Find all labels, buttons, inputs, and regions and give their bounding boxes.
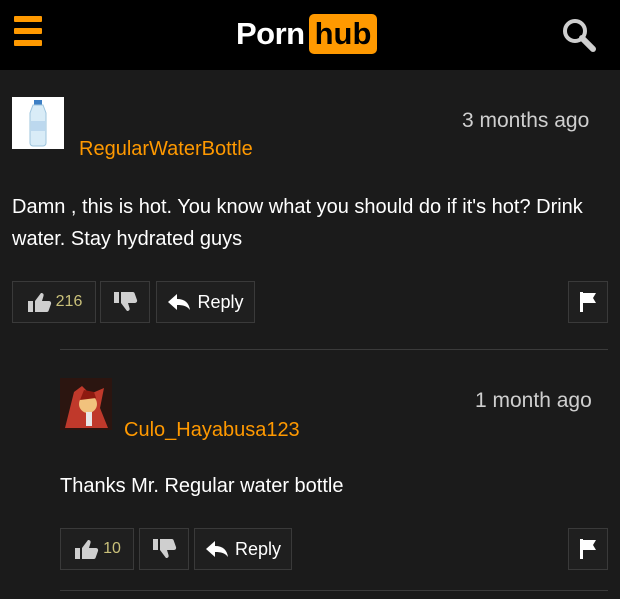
logo-text-left: Porn (236, 16, 305, 51)
thumbs-up-button[interactable]: 216 (12, 281, 96, 323)
thumbs-down-button[interactable] (139, 528, 189, 570)
reply-label: Reply (234, 538, 282, 559)
comment-divider (60, 349, 608, 350)
reply-arrow-icon (168, 294, 191, 310)
top-header: Porn hub (0, 0, 620, 70)
thumbs-down-button[interactable] (100, 281, 150, 323)
reply-button[interactable]: Reply (194, 528, 292, 570)
thumbs-up-icon (75, 540, 99, 559)
logo-text-right: hub (308, 14, 378, 54)
site-logo[interactable]: Porn hub (236, 12, 378, 56)
thumbs-down-icon (114, 292, 138, 311)
flag-icon (580, 539, 596, 559)
like-count: 10 (103, 540, 121, 557)
reply-arrow-icon (205, 541, 228, 557)
comment-timestamp: 3 months ago (462, 109, 590, 132)
comment-text: Damn , this is hot. You know what you sh… (12, 196, 583, 250)
thumbs-down-icon (153, 539, 177, 558)
flag-button[interactable] (568, 281, 608, 323)
thumbs-up-icon (27, 293, 51, 312)
reply-button[interactable]: Reply (156, 281, 255, 323)
comment-timestamp: 1 month ago (475, 389, 592, 412)
flag-icon (580, 292, 596, 312)
comment-username[interactable]: Culo_Hayabusa123 (124, 419, 300, 442)
like-count: 216 (55, 293, 83, 310)
reply-label: Reply (197, 291, 244, 312)
water-bottle-avatar-icon (12, 97, 64, 149)
thumbs-up-button[interactable]: 10 (60, 528, 134, 570)
comment-text: Thanks Mr. Regular water bottle (60, 475, 344, 497)
hamburger-icon[interactable] (14, 16, 42, 52)
comment-username[interactable]: RegularWaterBottle (79, 138, 253, 161)
flag-button[interactable] (568, 528, 608, 570)
avatar[interactable] (12, 97, 64, 149)
search-icon[interactable] (560, 16, 598, 54)
anime-character-avatar-icon (60, 378, 112, 430)
comment-divider (60, 590, 608, 591)
avatar[interactable] (60, 378, 112, 430)
